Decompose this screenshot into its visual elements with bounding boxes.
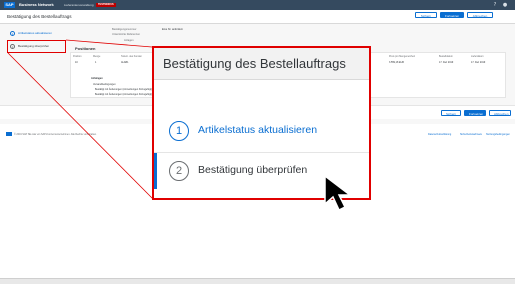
- account-switcher-link[interactable]: Lieferantenverwaltung: [64, 2, 94, 8]
- column-header: Preis pro Mengeneinheit: [389, 55, 415, 58]
- column-header: Position: [73, 55, 82, 58]
- brand-name: Business Network: [19, 2, 54, 7]
- attachments-label: Anlagen: [124, 39, 134, 42]
- cancel-button[interactable]: Abbrechen: [467, 12, 493, 18]
- footer-next-button[interactable]: Fortsetzen: [464, 110, 486, 116]
- confirmation-number-label: Bestätigungsnummer: [112, 28, 137, 31]
- mouse-pointer-icon: [324, 174, 353, 212]
- user-avatar-icon[interactable]: ●: [502, 2, 508, 8]
- zoom-step-label: Artikelstatus aktualisieren: [198, 124, 318, 136]
- sub-item: Versandbedingungen: [93, 83, 116, 86]
- shell-bar: SAP Business Network Lieferantenverwaltu…: [0, 0, 515, 10]
- save-button[interactable]: Sichern: [415, 12, 437, 18]
- step-number: 1: [10, 31, 15, 36]
- table-cell: 17. Dez 2019: [439, 61, 454, 64]
- page-header: Bestätigung des Bestellauftrags Sichern …: [0, 10, 515, 24]
- zoom-step-label: Bestätigung überprüfen: [198, 164, 308, 176]
- page-title: Bestätigung des Bestellauftrags: [7, 14, 72, 19]
- column-header: Teilenr. des Kunden: [121, 55, 142, 58]
- table-cell: 3.559,18 EUR: [389, 61, 405, 64]
- next-button[interactable]: Fortsetzen: [440, 12, 464, 18]
- security-link[interactable]: Sicherheitsnachweis: [460, 133, 482, 136]
- footer-save-button[interactable]: Sichern: [441, 110, 461, 116]
- bottom-scrollbar[interactable]: [0, 278, 515, 284]
- positions-title: Positionen: [75, 46, 96, 51]
- test-mode-badge: TESTMODUS: [96, 3, 116, 7]
- column-header: Menge: [93, 55, 101, 58]
- confirmation-number-value[interactable]: Eine Nr. anfordern: [162, 28, 183, 31]
- table-cell: ALAB1: [121, 61, 129, 64]
- terms-link[interactable]: Nutzungsbedingungen: [486, 133, 510, 136]
- selected-indicator: [154, 153, 157, 189]
- sap-logo-text: SAP: [5, 2, 14, 7]
- table-cell: 1: [95, 61, 97, 64]
- attachments-heading: Anhängen: [91, 77, 103, 80]
- zoom-title: Bestätigung des Bestellauftrags: [163, 56, 346, 71]
- zoom-step-number: 1: [169, 121, 189, 141]
- references-label: Unterstützte Referenzen: [112, 33, 141, 36]
- step-update-status[interactable]: 1 Artikelstatus aktualisieren: [10, 31, 70, 38]
- table-cell: 17. Dez 2019: [471, 61, 486, 64]
- zoom-step-number: 2: [169, 161, 189, 181]
- help-icon[interactable]: ?: [492, 2, 498, 8]
- privacy-link[interactable]: Datenschutzerklärung: [428, 133, 451, 136]
- step-label: Artikelstatus aktualisieren: [18, 31, 53, 35]
- column-header: Lieferdatum: [471, 55, 484, 58]
- column-header: Bestelldatum: [439, 55, 453, 58]
- footer-cancel-button[interactable]: Abbrechen: [489, 110, 511, 116]
- sub-item: Bestätigt mit Änderungen (Anmerkungen hi…: [95, 88, 153, 91]
- sap-footer-logo: [6, 132, 12, 136]
- highlight-box: [7, 40, 66, 53]
- zoom-header: Bestätigung des Bestellauftrags: [154, 48, 369, 80]
- table-cell: 10: [75, 61, 78, 64]
- zoom-step-update-status[interactable]: 1 Artikelstatus aktualisieren: [154, 116, 369, 146]
- sub-item: Bestätigt mit Änderungen (Anmerkungen hi…: [95, 93, 153, 96]
- copyright-text: © 2019 SAP SE oder ein SAP-Konzernuntern…: [14, 133, 97, 136]
